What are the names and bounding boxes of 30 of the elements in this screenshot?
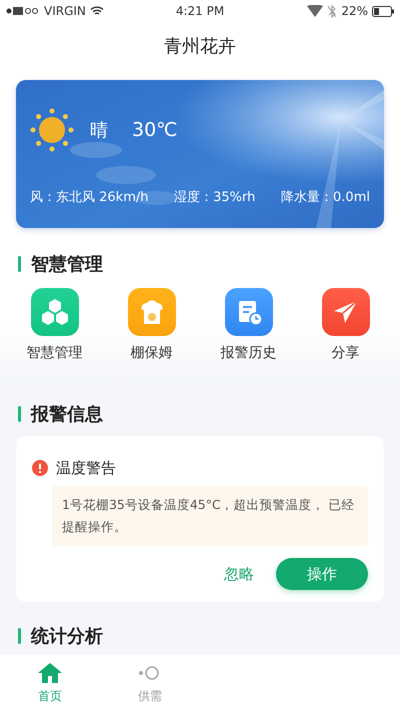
paper-plane-icon [322,288,370,336]
section-heading: 智慧管理 [31,253,103,276]
wifi-icon [307,5,324,17]
weather-detail: 湿度：35%rh [174,189,256,206]
hexagons-icon [30,288,78,336]
section-heading: 统计分析 [31,625,103,648]
weather-detail: 降水量：0.0ml [281,189,370,206]
shortcut-button[interactable]: 智慧管理 [6,288,103,362]
shortcut-button[interactable]: 棚保姆 [103,288,200,362]
wifi-icon [90,6,104,16]
temperature: 30℃ [132,119,178,141]
home-icon [37,662,63,684]
warning-icon [32,460,48,476]
alert-message: 1号花棚35号设备温度45°C，超出预警温度， 已经提醒操作。 [52,486,368,546]
battery-level: 22% [341,4,368,18]
sun-icon [30,108,74,152]
status-time: 4:21 PM [176,4,224,18]
signal-icon [6,6,40,16]
carrier-name: VIRGIN [44,4,86,18]
page-title: 青州花卉 [164,35,236,58]
chef-hat-icon [128,288,176,336]
section-heading: 报警信息 [31,403,103,426]
weather-detail: 风：东北风 26km/h [30,189,148,206]
battery-icon [372,6,394,16]
shortcut-button[interactable]: 报警历史 [200,288,297,362]
bluetooth-off-icon [327,4,338,18]
weather-condition: 晴 [90,119,108,142]
shortcut-button[interactable]: 分享 [297,288,394,362]
document-clock-icon [224,288,272,336]
alert-title: 温度警告 [56,458,116,478]
